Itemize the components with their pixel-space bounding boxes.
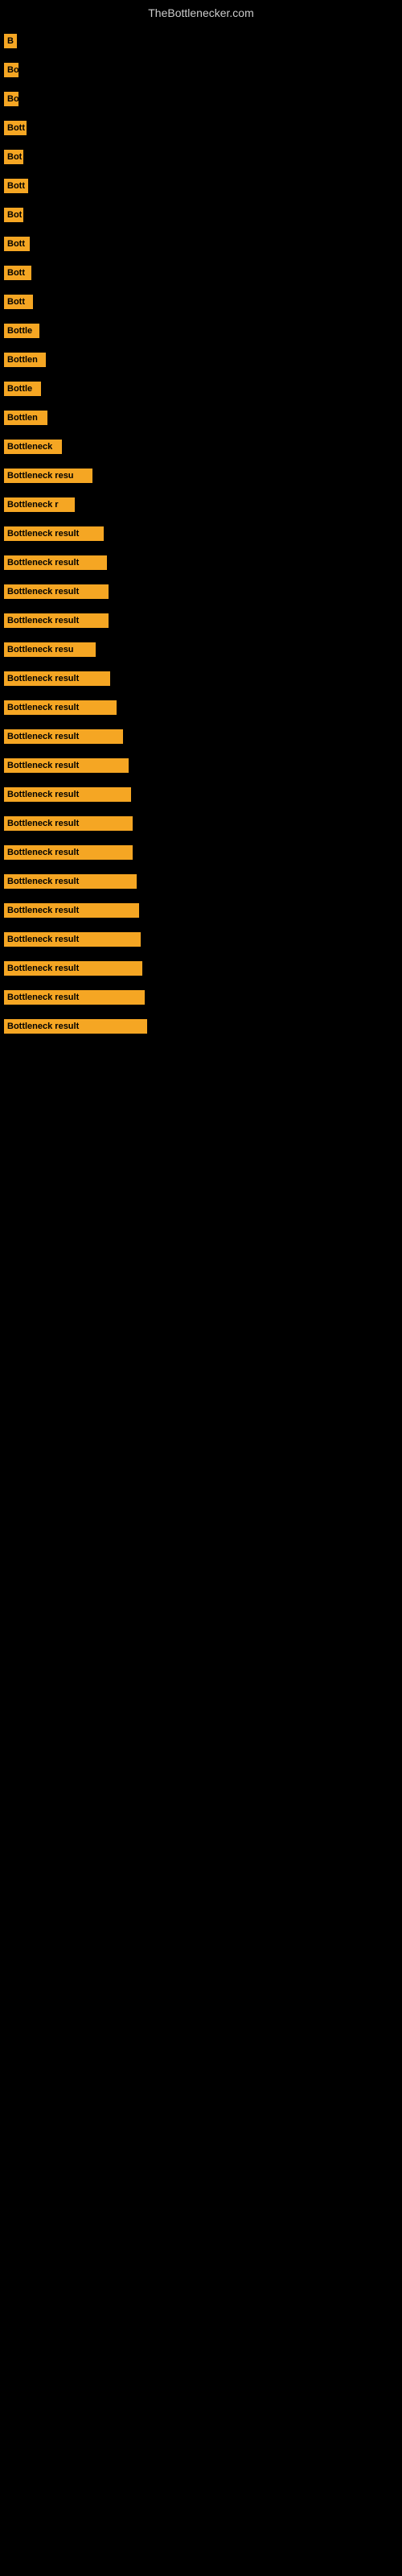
list-item: Bott	[4, 121, 398, 135]
list-item: Bott	[4, 237, 398, 251]
bottleneck-label: Bottle	[4, 382, 41, 396]
list-item: Bottlen	[4, 411, 398, 425]
bottleneck-label: Bottleneck result	[4, 671, 110, 686]
bottleneck-label: Bot	[4, 150, 23, 164]
list-item: Bottleneck result	[4, 990, 398, 1005]
bottleneck-label: Bo	[4, 63, 18, 77]
list-item: Bott	[4, 179, 398, 193]
bottleneck-label: Bott	[4, 179, 28, 193]
bottleneck-label: Bottleneck result	[4, 845, 133, 860]
list-item: Bottleneck result	[4, 671, 398, 686]
bottleneck-label: Bottleneck	[4, 440, 62, 454]
list-item: Bottlen	[4, 353, 398, 367]
list-item: Bot	[4, 150, 398, 164]
list-item: Bottleneck	[4, 440, 398, 454]
list-item: Bottleneck result	[4, 874, 398, 889]
list-item: Bottleneck result	[4, 700, 398, 715]
list-item: Bottleneck result	[4, 961, 398, 976]
list-item: Bottleneck result	[4, 845, 398, 860]
list-item: Bottleneck result	[4, 526, 398, 541]
list-item: Bottleneck result	[4, 584, 398, 599]
bottleneck-label: Bott	[4, 237, 30, 251]
list-item: Bottleneck result	[4, 787, 398, 802]
bottleneck-label: Bottleneck result	[4, 990, 145, 1005]
list-item: Bott	[4, 266, 398, 280]
bottleneck-label: Bottlen	[4, 411, 47, 425]
list-item: B	[4, 34, 398, 48]
list-item: Bottleneck result	[4, 932, 398, 947]
list-item: Bottle	[4, 382, 398, 396]
bottleneck-label: Bott	[4, 121, 27, 135]
bottleneck-label: Bottleneck r	[4, 497, 75, 512]
list-item: Bottleneck result	[4, 729, 398, 744]
bottleneck-label: Bott	[4, 295, 33, 309]
list-item: Bottleneck resu	[4, 642, 398, 657]
list-item: Bottleneck result	[4, 758, 398, 773]
list-item: Bo	[4, 63, 398, 77]
list-item: Bottleneck result	[4, 1019, 398, 1034]
bottleneck-label: Bottleneck result	[4, 961, 142, 976]
items-container: B Bo Bo Bott Bot Bott Bot Bott Bott Bott Bottle Bot…	[0, 26, 402, 1056]
bottleneck-label: Bott	[4, 266, 31, 280]
bottleneck-label: Bottleneck result	[4, 787, 131, 802]
list-item: Bottleneck result	[4, 613, 398, 628]
bottleneck-label: Bottleneck resu	[4, 642, 96, 657]
bottleneck-label: Bottleneck result	[4, 816, 133, 831]
bottleneck-label: Bottleneck result	[4, 903, 139, 918]
bottleneck-label: Bottleneck result	[4, 584, 109, 599]
bottleneck-label: Bottleneck result	[4, 613, 109, 628]
list-item: Bottleneck result	[4, 816, 398, 831]
list-item: Bo	[4, 92, 398, 106]
bottleneck-label: Bottleneck result	[4, 700, 117, 715]
bottleneck-label: Bottleneck result	[4, 1019, 147, 1034]
bottleneck-label: Bottleneck result	[4, 932, 141, 947]
list-item: Bottleneck result	[4, 555, 398, 570]
page-title: TheBottlenecker.com	[0, 0, 402, 26]
bottleneck-label: B	[4, 34, 17, 48]
list-item: Bottleneck r	[4, 497, 398, 512]
bottleneck-label: Bot	[4, 208, 23, 222]
list-item: Bot	[4, 208, 398, 222]
bottleneck-label: Bo	[4, 92, 18, 106]
bottleneck-label: Bottle	[4, 324, 39, 338]
list-item: Bottle	[4, 324, 398, 338]
bottleneck-label: Bottleneck result	[4, 526, 104, 541]
list-item: Bottleneck result	[4, 903, 398, 918]
bottleneck-label: Bottleneck result	[4, 729, 123, 744]
list-item: Bottleneck resu	[4, 469, 398, 483]
bottleneck-label: Bottleneck result	[4, 874, 137, 889]
bottleneck-label: Bottleneck result	[4, 758, 129, 773]
bottleneck-label: Bottleneck result	[4, 555, 107, 570]
bottleneck-label: Bottleneck resu	[4, 469, 92, 483]
list-item: Bott	[4, 295, 398, 309]
bottleneck-label: Bottlen	[4, 353, 46, 367]
